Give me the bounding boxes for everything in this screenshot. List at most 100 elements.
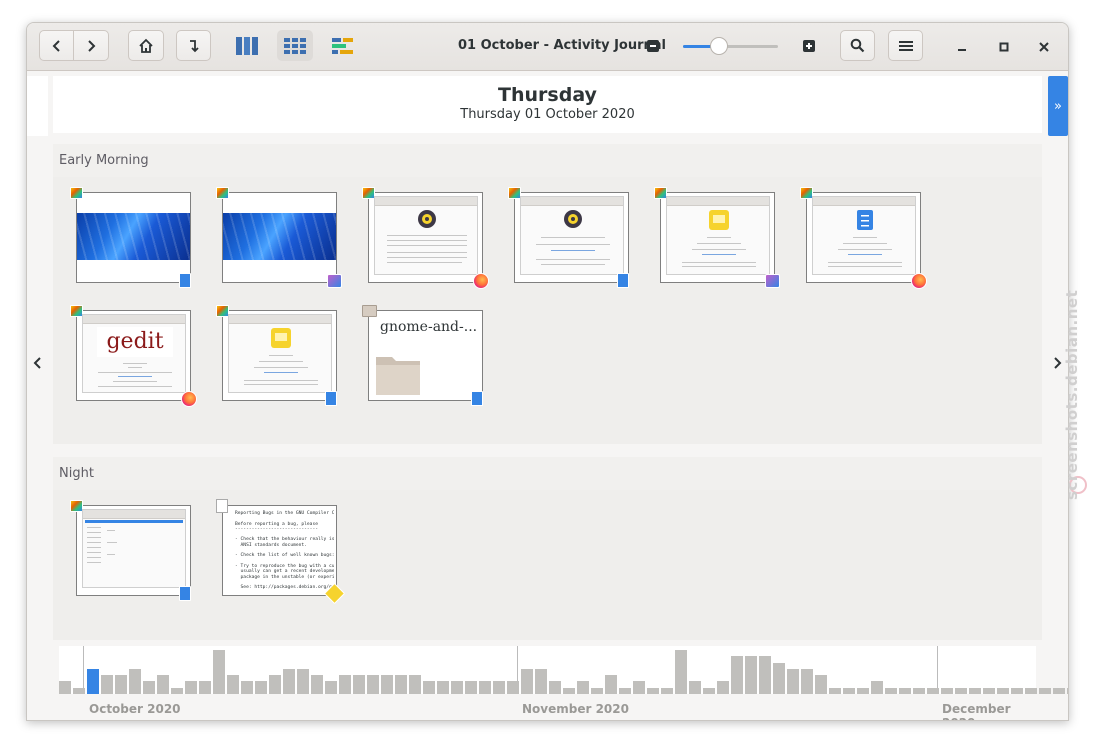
timeline-day-bar[interactable] [983, 687, 995, 694]
item-screenshot[interactable]: gedit [70, 305, 197, 407]
timeline-day-bar[interactable] [255, 681, 267, 694]
timeline-day-bar[interactable] [549, 681, 561, 694]
timeline-day-bar[interactable] [395, 675, 407, 694]
timeline-day-bar[interactable] [619, 687, 631, 694]
timeline-day-bar[interactable] [269, 675, 281, 694]
timeline-day-bar[interactable] [157, 675, 169, 694]
timeline-day-bar[interactable] [731, 656, 743, 694]
timeline-day-bar[interactable] [423, 681, 435, 694]
search-button[interactable] [840, 30, 875, 61]
timeline-day-bar[interactable] [381, 675, 393, 694]
timeline-day-bar[interactable] [87, 668, 99, 694]
timeline-day-bar[interactable] [199, 681, 211, 694]
timeline-day-bar[interactable] [1025, 687, 1037, 694]
timeline-day-bar[interactable] [647, 687, 659, 694]
home-button[interactable] [128, 30, 164, 61]
timeline-day-bar[interactable] [451, 681, 463, 694]
zoom-out-button[interactable] [643, 30, 663, 61]
columns-view-button[interactable] [229, 30, 265, 61]
timeline-day-bar[interactable] [535, 668, 547, 694]
item-text-document[interactable]: Reporting Bugs in the GNU Compiler Colle… [216, 499, 346, 605]
forward-button[interactable] [73, 30, 109, 61]
timeline-day-bar[interactable] [801, 668, 813, 694]
timeline-day-bar[interactable] [59, 681, 71, 694]
timeline-day-bar[interactable] [885, 687, 897, 694]
timeline-day-bar[interactable] [185, 681, 197, 694]
timeline-day-bar[interactable] [213, 650, 225, 694]
timeline-day-bar[interactable] [521, 668, 533, 694]
timeline-day-bar[interactable] [759, 656, 771, 694]
timeline-day-bar[interactable] [115, 675, 127, 694]
zoom-slider[interactable] [683, 37, 778, 55]
timeline-day-bar[interactable] [1067, 687, 1068, 694]
maximize-button[interactable] [994, 37, 1014, 57]
timeline-day-bar[interactable] [325, 681, 337, 694]
timeline-day-bar[interactable] [563, 687, 575, 694]
main-menu-button[interactable] [888, 30, 923, 61]
timeline-day-bar[interactable] [143, 681, 155, 694]
timeline-day-bar[interactable] [591, 687, 603, 694]
timeline-day-bar[interactable] [283, 668, 295, 694]
timeline-day-bar[interactable] [815, 675, 827, 694]
item-screenshot[interactable] [70, 500, 191, 601]
timeline-day-bar[interactable] [1039, 687, 1051, 694]
timeline-day-bar[interactable] [997, 687, 1009, 694]
timeline-day-bar[interactable] [465, 681, 477, 694]
timeline-day-bar[interactable] [829, 687, 841, 694]
timeline-day-bar[interactable] [367, 675, 379, 694]
grid-view-button[interactable] [277, 30, 313, 61]
sidebar-toggle-button[interactable]: » [1048, 76, 1068, 136]
timeline-day-bar[interactable] [479, 681, 491, 694]
timeline-day-bar[interactable] [689, 681, 701, 694]
timeline-day-bar[interactable] [227, 675, 239, 694]
timeline-day-bar[interactable] [661, 687, 673, 694]
previous-day-button[interactable] [33, 356, 42, 374]
minimize-button[interactable] [952, 37, 972, 57]
timeline-day-bar[interactable] [955, 687, 967, 694]
timeline-day-bar[interactable] [1011, 687, 1023, 694]
timeline-day-bar[interactable] [311, 675, 323, 694]
timeline-day-bar[interactable] [101, 675, 113, 694]
timeline-day-bar[interactable] [745, 656, 757, 694]
item-screenshot[interactable] [800, 187, 927, 289]
timeline-day-bar[interactable] [605, 675, 617, 694]
timeline-day-bar[interactable] [913, 687, 925, 694]
timeline-day-bar[interactable] [843, 687, 855, 694]
timeline-day-bar[interactable] [899, 687, 911, 694]
timeline-day-bar[interactable] [633, 681, 645, 694]
timeline-day-bar[interactable] [675, 650, 687, 694]
timeline-day-bar[interactable] [703, 687, 715, 694]
timeline-day-bar[interactable] [1053, 687, 1065, 694]
timeline-day-bar[interactable] [507, 681, 519, 694]
back-button[interactable] [39, 30, 74, 61]
close-button[interactable] [1034, 37, 1054, 57]
timeline-day-bar[interactable] [241, 681, 253, 694]
timeline-day-bar[interactable] [129, 668, 141, 694]
item-folder[interactable]: gnome-and-... [362, 305, 483, 406]
timeline-day-bar[interactable] [353, 675, 365, 694]
timeline-day-bar[interactable] [171, 687, 183, 694]
item-screenshot[interactable] [508, 187, 629, 288]
timeline-day-bar[interactable] [717, 681, 729, 694]
timeline-day-bar[interactable] [339, 675, 351, 694]
timeline-day-bar[interactable] [871, 681, 883, 694]
timeline-day-bar[interactable] [493, 681, 505, 694]
item-image[interactable] [216, 187, 342, 288]
timeline-day-bar[interactable] [437, 681, 449, 694]
timeline-day-bar[interactable] [409, 675, 421, 694]
item-screenshot[interactable] [654, 187, 780, 288]
timeline-day-bar[interactable] [577, 681, 589, 694]
zoom-in-button[interactable] [799, 30, 819, 61]
timeline-day-bar[interactable] [297, 668, 309, 694]
timeline-histogram[interactable]: October 2020 November 2020 December 2020 [59, 646, 1068, 720]
timeline-day-bar[interactable] [969, 687, 981, 694]
item-screenshot[interactable] [362, 187, 489, 289]
refresh-button[interactable] [176, 30, 211, 61]
timeline-day-bar[interactable] [787, 668, 799, 694]
zoom-slider-knob[interactable] [709, 37, 728, 55]
timeline-day-bar[interactable] [73, 687, 85, 694]
timeline-view-button[interactable] [325, 30, 361, 61]
item-image[interactable] [70, 187, 191, 288]
timeline-day-bar[interactable] [941, 687, 953, 694]
timeline-day-bar[interactable] [857, 687, 869, 694]
